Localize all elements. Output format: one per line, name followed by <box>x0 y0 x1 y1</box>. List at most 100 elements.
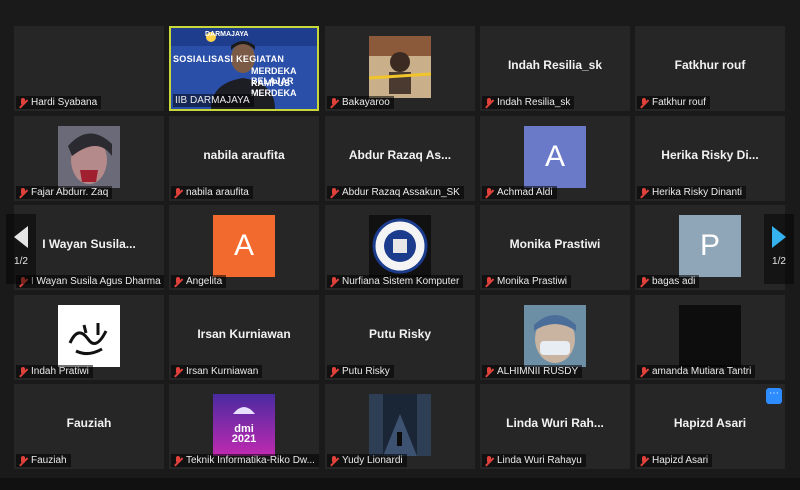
participant-tile[interactable]: A Achmad Aldi <box>480 116 630 201</box>
name-label: bagas adi <box>637 275 700 288</box>
participant-tile[interactable]: dmi 2021 Teknik Informatika-Riko Dw... <box>169 384 319 469</box>
participant-tile-active-speaker[interactable]: DARMAJAYA SOSIALISASI KEGIATAN MERDEKA B… <box>169 26 319 111</box>
participant-tile[interactable]: Yudy Lionardi <box>325 384 475 469</box>
mic-muted-icon <box>173 276 183 287</box>
mic-muted-icon <box>18 97 28 108</box>
mic-muted-icon <box>329 276 339 287</box>
name-label: amanda Mutiara Tantri <box>637 365 756 378</box>
participant-tile[interactable]: Fauziah Fauziah <box>14 384 164 469</box>
name-label: Putu Risky <box>327 365 394 378</box>
chevron-right-icon <box>772 226 786 248</box>
participant-tile[interactable]: Hardi Syabana <box>14 26 164 111</box>
participant-tile[interactable]: P bagas adi <box>635 205 785 290</box>
name-label: Bakayaroo <box>327 96 394 109</box>
video-grid: Hardi Syabana DARMAJAYA SOSIALISASI KEGI… <box>14 26 786 472</box>
participant-display-name: nabila araufita <box>203 148 285 162</box>
mic-muted-icon <box>329 366 339 377</box>
participant-display-name: Abdur Razaq As... <box>348 148 452 162</box>
name-label: I Wayan Susila Agus Dharma <box>16 275 164 288</box>
mic-muted-icon <box>484 187 494 198</box>
participant-tile[interactable]: ALHIMNII RUSDY <box>480 295 630 380</box>
name-label: Irsan Kurniawan <box>171 365 263 378</box>
participant-display-name: Irsan Kurniawan <box>197 327 291 341</box>
profile-picture-text: dmi 2021 <box>231 423 257 445</box>
mic-muted-icon <box>18 366 28 377</box>
name-label: Monika Prastiwi <box>482 275 572 288</box>
chevron-left-icon <box>14 226 28 248</box>
name-label: IIB DARMAJAYA <box>173 94 254 107</box>
previous-page-button[interactable]: 1/2 <box>6 214 36 284</box>
profile-picture <box>369 215 431 277</box>
avatar: P <box>679 215 741 277</box>
participant-tile[interactable]: Fatkhur rouf Fatkhur rouf <box>635 26 785 111</box>
name-label: Yudy Lionardi <box>327 454 407 467</box>
participant-tile[interactable]: Bakayaroo <box>325 26 475 111</box>
name-label: Achmad Aldi <box>482 186 557 199</box>
avatar: A <box>524 126 586 188</box>
name-label: Fatkhur rouf <box>637 96 710 109</box>
mic-muted-icon <box>329 187 339 198</box>
participant-display-name: Linda Wuri Rah... <box>506 416 604 430</box>
name-label: nabila araufita <box>171 186 253 199</box>
mic-muted-icon <box>639 187 649 198</box>
name-label: Linda Wuri Rahayu <box>482 454 586 467</box>
next-page-button[interactable]: 1/2 <box>764 214 794 284</box>
participant-tile[interactable]: I Wayan Susila... I Wayan Susila Agus Dh… <box>14 205 164 290</box>
mic-muted-icon <box>329 455 339 466</box>
participant-tile[interactable]: Irsan Kurniawan Irsan Kurniawan <box>169 295 319 380</box>
mic-muted-icon <box>639 276 649 287</box>
participant-tile[interactable]: Abdur Razaq As... Abdur Razaq Assakun_SK <box>325 116 475 201</box>
name-label: Herika Risky Dinanti <box>637 186 747 199</box>
page-indicator: 1/2 <box>14 256 28 267</box>
mic-muted-icon <box>484 276 494 287</box>
avatar: A <box>213 215 275 277</box>
participant-tile[interactable]: Herika Risky Di... Herika Risky Dinanti <box>635 116 785 201</box>
participant-display-name: Putu Risky <box>368 327 431 341</box>
participant-display-name: Herika Risky Di... <box>661 148 759 162</box>
name-label: Fajar Abdurr. Zaq <box>16 186 113 199</box>
name-label: Nurfiana Sistem Komputer <box>327 275 464 288</box>
profile-picture <box>58 305 120 367</box>
name-label: Indah Pratiwi <box>16 365 93 378</box>
mic-muted-icon <box>484 366 494 377</box>
mic-muted-icon <box>639 366 649 377</box>
participant-tile[interactable]: Indah Pratiwi <box>14 295 164 380</box>
name-label: Abdur Razaq Assakun_SK <box>327 186 464 199</box>
participant-tile[interactable]: Hapizd Asari Hapizd Asari <box>635 384 785 469</box>
participant-display-name: I Wayan Susila... <box>42 237 136 251</box>
name-label: Indah Resilia_sk <box>482 96 575 109</box>
banner-line-1: SOSIALISASI KEGIATAN <box>173 54 285 64</box>
participant-tile[interactable]: Nurfiana Sistem Komputer <box>325 205 475 290</box>
participant-display-name: Indah Resilia_sk <box>507 58 603 72</box>
name-label: Teknik Informatika-Riko Dw... <box>171 454 319 467</box>
mic-muted-icon <box>639 455 649 466</box>
name-label: Hapizd Asari <box>637 454 713 467</box>
participant-tile[interactable]: Fajar Abdurr. Zaq <box>14 116 164 201</box>
more-options-icon[interactable]: ⋯ <box>766 388 782 404</box>
name-label: ALHIMNII RUSDY <box>482 365 583 378</box>
participant-tile[interactable]: Monika Prastiwi Monika Prastiwi <box>480 205 630 290</box>
participant-tile[interactable]: Indah Resilia_sk Indah Resilia_sk <box>480 26 630 111</box>
mic-muted-icon <box>18 455 28 466</box>
mic-muted-icon <box>484 97 494 108</box>
profile-picture <box>58 126 120 188</box>
mic-muted-icon <box>484 455 494 466</box>
participant-tile[interactable]: nabila araufita nabila araufita <box>169 116 319 201</box>
participant-tile[interactable]: Linda Wuri Rah... Linda Wuri Rahayu <box>480 384 630 469</box>
mic-muted-icon <box>329 97 339 108</box>
profile-picture <box>524 305 586 367</box>
page-indicator: 1/2 <box>772 256 786 267</box>
name-label: Fauziah <box>16 454 71 467</box>
profile-picture <box>369 394 431 456</box>
participant-tile[interactable]: amanda Mutiara Tantri <box>635 295 785 380</box>
name-label: Angelita <box>171 275 227 288</box>
participant-tile[interactable]: Putu Risky Putu Risky <box>325 295 475 380</box>
participant-display-name: Hapizd Asari <box>673 416 747 430</box>
participant-tile[interactable]: A Angelita <box>169 205 319 290</box>
mic-muted-icon <box>173 366 183 377</box>
name-label: Hardi Syabana <box>16 96 102 109</box>
mic-muted-icon <box>173 455 183 466</box>
banner-brand: DARMAJAYA <box>205 31 249 38</box>
participant-display-name: Fatkhur rouf <box>674 58 746 72</box>
profile-picture <box>679 305 741 367</box>
